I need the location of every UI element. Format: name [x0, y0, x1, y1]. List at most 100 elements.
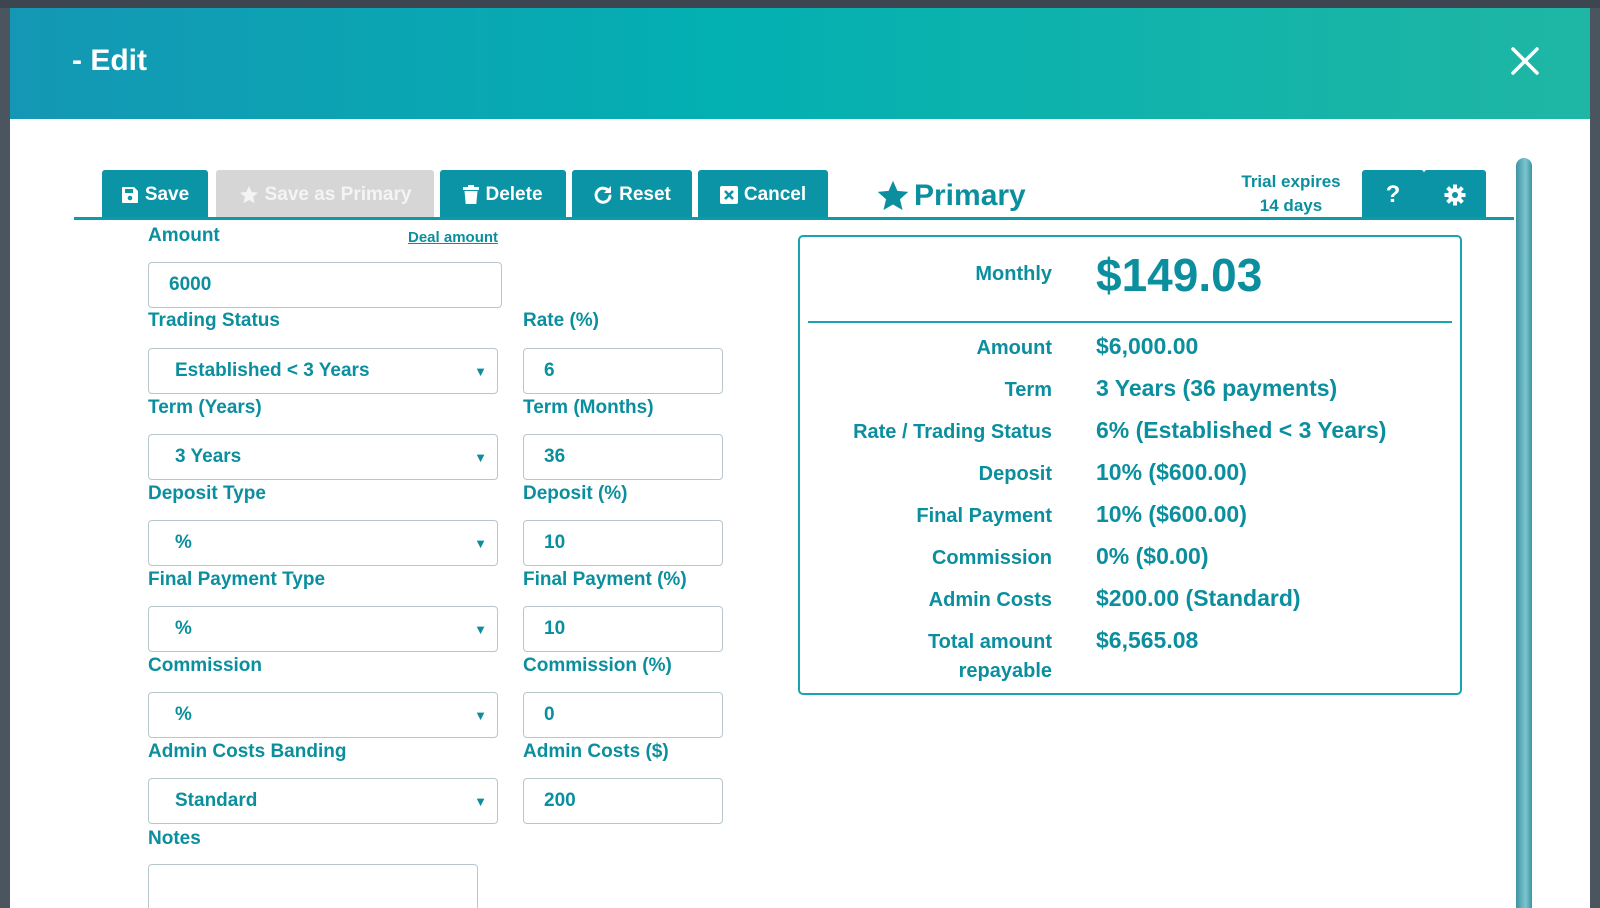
- summary-rate-label: Rate / Trading Status: [853, 421, 1052, 443]
- chevron-down-icon: ▼: [474, 536, 487, 551]
- admin-banding-value: Standard: [175, 790, 258, 811]
- cancel-label: Cancel: [743, 184, 807, 205]
- term-years-value: 3 Years: [175, 446, 242, 467]
- admin-costs-value: 200: [544, 790, 576, 811]
- save-as-primary-button[interactable]: Save as Primary: [216, 170, 434, 220]
- modal-header: - Edit: [10, 8, 1590, 119]
- save-button[interactable]: Save: [102, 170, 208, 220]
- commission-label: Commission: [148, 655, 263, 676]
- deposit-type-value: %: [175, 532, 192, 553]
- summary-deposit-label: Deposit: [978, 463, 1052, 485]
- commission-pct-input[interactable]: 0: [523, 692, 723, 738]
- summary-total-label-line1: Total amount: [927, 631, 1052, 653]
- admin-costs-label: Admin Costs ($): [523, 741, 669, 762]
- summary-amount-value: $6,000.00: [1096, 333, 1199, 359]
- refresh-icon: [594, 186, 612, 204]
- admin-costs-input[interactable]: 200: [523, 778, 723, 824]
- summary-admin-costs-value: $200.00 (Standard): [1096, 585, 1301, 611]
- trading-status-value: Established < 3 Years: [175, 360, 370, 381]
- summary-total-value: $6,565.08: [1096, 627, 1199, 653]
- close-button[interactable]: [1508, 44, 1542, 78]
- chevron-down-icon: ▼: [474, 364, 487, 379]
- commission-pct-label: Commission (%): [523, 655, 672, 676]
- monthly-value: $149.03: [1096, 249, 1263, 301]
- summary-divider: [808, 321, 1452, 323]
- term-years-select[interactable]: 3 Years ▼: [148, 434, 498, 480]
- trading-status-label: Trading Status: [148, 310, 280, 331]
- x-square-icon: [719, 186, 738, 204]
- chevron-down-icon: ▼: [474, 708, 487, 723]
- summary-admin-costs-label: Admin Costs: [928, 589, 1052, 611]
- admin-banding-select[interactable]: Standard ▼: [148, 778, 498, 824]
- notes-label: Notes: [148, 828, 201, 849]
- delete-button[interactable]: Delete: [440, 170, 566, 220]
- primary-label: Primary: [914, 179, 1026, 212]
- summary-commission-label: Commission: [931, 547, 1052, 569]
- admin-banding-label: Admin Costs Banding: [148, 741, 347, 762]
- commission-pct-value: 0: [544, 704, 555, 725]
- gear-icon: [1444, 184, 1466, 206]
- scrollbar[interactable]: [1516, 158, 1532, 908]
- help-button[interactable]: ?: [1362, 170, 1424, 220]
- final-payment-pct-label: Final Payment (%): [523, 569, 687, 590]
- chevron-down-icon: ▼: [474, 450, 487, 465]
- trial-line-2: 14 days: [1259, 196, 1323, 215]
- chevron-down-icon: ▼: [474, 622, 487, 637]
- summary-deposit-value: 10% ($600.00): [1096, 459, 1247, 485]
- term-months-value: 36: [544, 446, 566, 467]
- trial-expiry-notice: Trial expires 14 days: [1224, 170, 1358, 218]
- rate-label: Rate (%): [523, 310, 600, 331]
- summary-rate-value: 6% (Established < 3 Years): [1096, 417, 1387, 443]
- summary-commission-value: 0% ($0.00): [1096, 543, 1209, 569]
- final-payment-pct-value: 10: [544, 618, 566, 639]
- monthly-label: Monthly: [975, 263, 1052, 285]
- trial-line-1: Trial expires: [1241, 172, 1341, 191]
- edit-modal: - Edit Save Save as Primary Delete Reset…: [10, 8, 1590, 908]
- chevron-down-icon: ▼: [474, 794, 487, 809]
- rate-input[interactable]: 6: [523, 348, 723, 394]
- amount-value: 6000: [169, 274, 212, 295]
- floppy-disk-icon: [121, 187, 138, 203]
- deposit-pct-label: Deposit (%): [523, 483, 628, 504]
- term-months-input[interactable]: 36: [523, 434, 723, 480]
- summary-panel: Monthly $149.03 Amount $6,000.00 Term 3 …: [798, 235, 1462, 695]
- summary-term-value: 3 Years (36 payments): [1096, 375, 1338, 401]
- modal-title: - Edit: [72, 44, 147, 77]
- final-payment-type-select[interactable]: % ▼: [148, 606, 498, 652]
- reset-button[interactable]: Reset: [572, 170, 692, 220]
- deposit-type-select[interactable]: % ▼: [148, 520, 498, 566]
- summary-final-payment-label: Final Payment: [916, 505, 1052, 527]
- amount-input[interactable]: 6000: [148, 262, 502, 308]
- star-icon: [239, 186, 258, 204]
- term-months-label: Term (Months): [523, 397, 654, 418]
- rate-value: 6: [544, 360, 555, 381]
- deal-amount-link[interactable]: Deal amount: [408, 229, 498, 246]
- toolbar-divider: [74, 217, 1514, 220]
- trash-icon: [463, 185, 480, 204]
- summary-term-label: Term: [1004, 379, 1052, 401]
- deposit-pct-input[interactable]: 10: [523, 520, 723, 566]
- final-payment-type-value: %: [175, 618, 192, 639]
- final-payment-pct-input[interactable]: 10: [523, 606, 723, 652]
- page-backdrop: [0, 0, 1600, 8]
- primary-indicator: Primary: [876, 176, 1026, 216]
- summary-final-payment-value: 10% ($600.00): [1096, 501, 1247, 527]
- commission-value: %: [175, 704, 192, 725]
- help-label: ?: [1385, 181, 1401, 208]
- amount-label: Amount: [148, 225, 220, 246]
- commission-select[interactable]: % ▼: [148, 692, 498, 738]
- final-payment-type-label: Final Payment Type: [148, 569, 326, 590]
- cancel-button[interactable]: Cancel: [698, 170, 828, 220]
- star-icon: [877, 180, 909, 210]
- reset-label: Reset: [619, 184, 671, 205]
- term-years-label: Term (Years): [148, 397, 262, 418]
- trading-status-select[interactable]: Established < 3 Years ▼: [148, 348, 498, 394]
- save-label: Save: [144, 184, 190, 205]
- summary-total-label-line2: repayable: [958, 660, 1052, 682]
- settings-button[interactable]: [1424, 170, 1486, 220]
- deposit-pct-value: 10: [544, 532, 566, 553]
- toolbar: Save Save as Primary Delete Reset Cancel…: [74, 158, 1514, 220]
- delete-label: Delete: [485, 184, 543, 205]
- save-as-primary-label: Save as Primary: [264, 184, 412, 205]
- notes-input[interactable]: [148, 864, 478, 908]
